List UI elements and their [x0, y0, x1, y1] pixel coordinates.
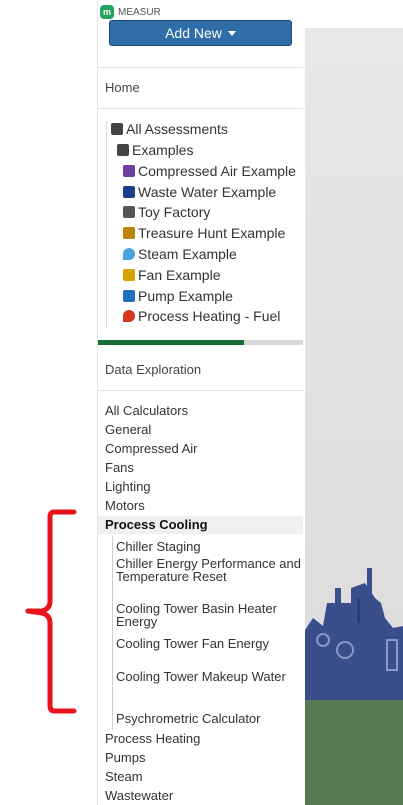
- caret-down-icon: [227, 30, 236, 36]
- submenu-item[interactable]: Chiller Energy Performance and Temperatu…: [116, 557, 301, 583]
- tree-item[interactable]: Pump Example: [123, 288, 233, 304]
- tree-item-label: Process Heating - Fuel: [138, 308, 281, 324]
- annotation-area: [0, 0, 97, 805]
- category-item[interactable]: Motors: [105, 497, 145, 515]
- hero-background: [305, 28, 403, 700]
- process-cooling-submenu: Chiller Staging Chiller Energy Performanc…: [112, 536, 305, 730]
- folder-open-icon: [111, 123, 123, 135]
- factory-icon: [123, 206, 135, 218]
- divider: [98, 108, 303, 109]
- tree-item[interactable]: Examples: [117, 142, 193, 158]
- submenu-item[interactable]: Cooling Tower Makeup Water: [116, 670, 301, 683]
- submenu-item[interactable]: Psychrometric Calculator: [116, 712, 301, 725]
- lantern-icon: [123, 227, 135, 239]
- tree-item-label: Toy Factory: [138, 204, 211, 220]
- assessment-tree: All Assessments Examples Compressed Air Ex…: [106, 121, 305, 328]
- fan-icon: [123, 269, 135, 281]
- tree-item[interactable]: Toy Factory: [123, 204, 210, 220]
- add-new-button[interactable]: Add New: [109, 20, 292, 46]
- pump-icon: [123, 290, 135, 302]
- flame-icon: [123, 310, 135, 322]
- app-title-text: MEASUR: [118, 6, 161, 18]
- category-item[interactable]: Pumps: [105, 749, 145, 767]
- water-drop-icon: [123, 248, 135, 260]
- submenu-item[interactable]: Chiller Staging: [116, 540, 301, 553]
- category-item[interactable]: General: [105, 421, 151, 439]
- submenu-item[interactable]: Cooling Tower Fan Energy: [116, 637, 301, 650]
- category-item[interactable]: Fans: [105, 459, 134, 477]
- divider: [98, 67, 303, 68]
- submenu-item[interactable]: Cooling Tower Basin Heater Energy: [116, 602, 301, 628]
- category-item[interactable]: Lighting: [105, 478, 151, 496]
- category-item[interactable]: Compressed Air: [105, 440, 197, 458]
- tree-item-label: Waste Water Example: [138, 184, 277, 200]
- tank-icon: [123, 186, 135, 198]
- progress-bar: [98, 340, 303, 345]
- category-item[interactable]: Process Cooling: [98, 516, 303, 534]
- tree-item-label: Pump Example: [138, 288, 233, 304]
- nav-data-exploration[interactable]: Data Exploration: [105, 362, 201, 377]
- tree-item[interactable]: Waste Water Example: [123, 184, 276, 200]
- divider: [98, 390, 303, 391]
- measur-logo-icon: m: [100, 5, 114, 19]
- tree-item[interactable]: Fan Example: [123, 267, 220, 283]
- tree-item[interactable]: Compressed Air Example: [123, 163, 296, 179]
- tree-item-label: Steam Example: [138, 246, 237, 262]
- progress-fill: [98, 340, 244, 345]
- nav-home[interactable]: Home: [105, 80, 140, 95]
- folder-open-icon: [117, 144, 129, 156]
- add-new-label: Add New: [165, 25, 222, 41]
- tree-item[interactable]: All Assessments: [111, 121, 228, 137]
- tree-item-label: Fan Example: [138, 267, 221, 283]
- tree-item[interactable]: Treasure Hunt Example: [123, 225, 285, 241]
- tree-item-label: Treasure Hunt Example: [138, 225, 286, 241]
- category-item[interactable]: Process Heating: [105, 730, 200, 748]
- tree-item-label: All Assessments: [126, 121, 228, 137]
- content-header: [305, 0, 403, 28]
- category-item[interactable]: Wastewater: [105, 787, 173, 805]
- category-item[interactable]: All Calculators: [105, 402, 188, 420]
- tree-item-label: Compressed Air Example: [138, 163, 296, 179]
- footer-band: [305, 700, 403, 805]
- compressor-icon: [123, 165, 135, 177]
- tree-item[interactable]: Steam Example: [123, 246, 237, 262]
- sidebar: m MEASUR Add New Home All Assessments Exa…: [97, 0, 306, 805]
- category-item[interactable]: Steam: [105, 768, 143, 786]
- industrial-skyline-icon: [305, 568, 403, 700]
- tree-item[interactable]: Process Heating - Fuel: [123, 308, 280, 324]
- app-title: m MEASUR: [100, 4, 161, 20]
- annotation-bracket-icon: [25, 509, 77, 714]
- main-content: [305, 0, 403, 805]
- tree-item-label: Examples: [132, 142, 194, 158]
